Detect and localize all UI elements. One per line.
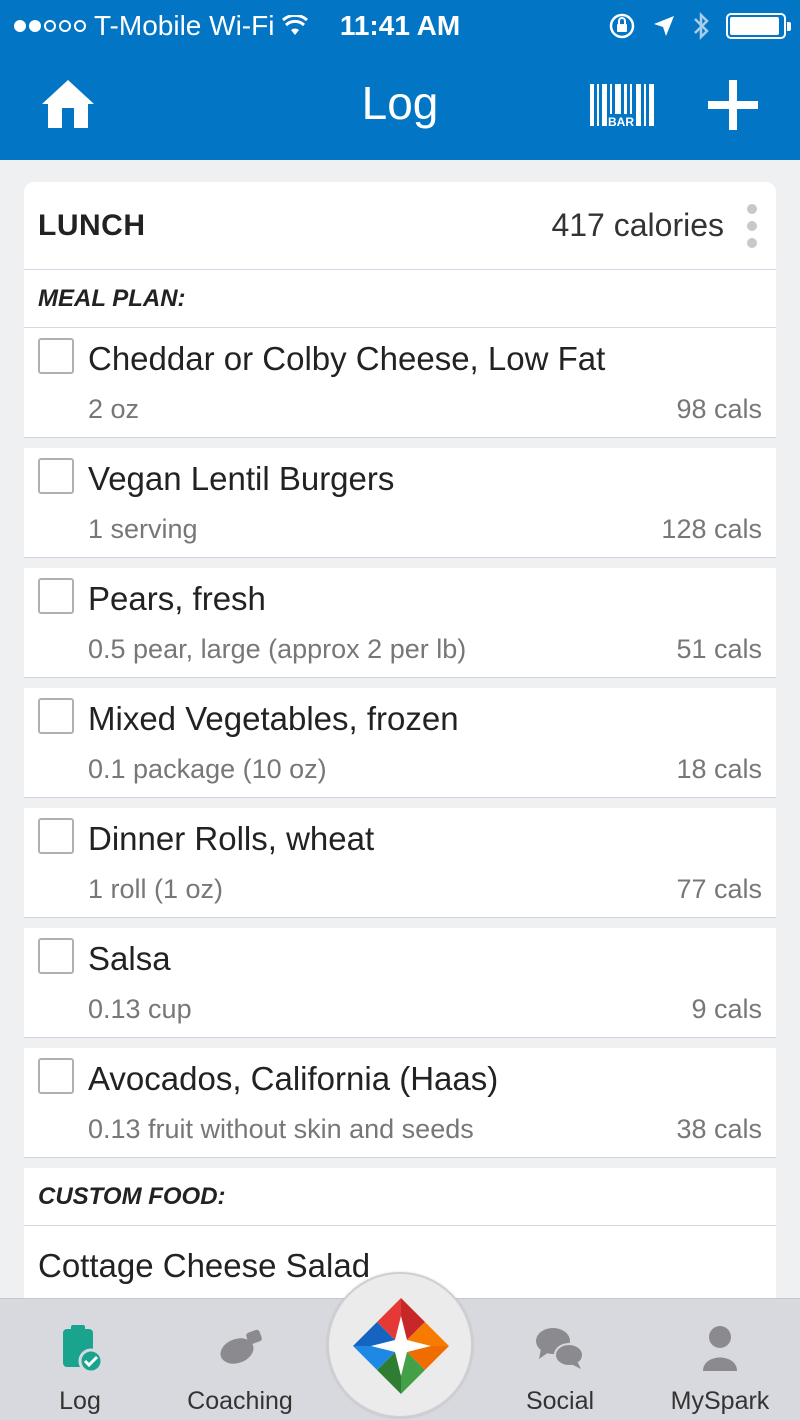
tab-label: Coaching bbox=[187, 1387, 293, 1415]
chat-bubbles-icon bbox=[536, 1328, 584, 1369]
food-name: Salsa bbox=[88, 940, 171, 977]
food-serving: 2 oz bbox=[88, 394, 140, 424]
food-serving: 0.1 package (10 oz) bbox=[88, 754, 327, 784]
food-item[interactable]: Cheddar or Colby Cheese, Low Fat 2 oz 98 c… bbox=[24, 328, 776, 448]
food-serving: 0.5 pear, large (approx 2 per lb) bbox=[88, 634, 467, 664]
food-name: Vegan Lentil Burgers bbox=[88, 460, 395, 497]
food-item[interactable]: Pears, fresh 0.5 pear, large (approx 2 pe… bbox=[24, 568, 776, 688]
food-item-body: Mixed Vegetables, frozen 0.1 package (10 … bbox=[24, 688, 776, 798]
food-calories: 51 cals bbox=[676, 634, 762, 664]
battery-fill bbox=[730, 17, 780, 35]
food-calories: 128 cals bbox=[661, 514, 762, 544]
food-item-body: Salsa 0.13 cup 9 cals bbox=[24, 928, 776, 1038]
tab-log[interactable]: Log bbox=[0, 1299, 160, 1420]
food-calories: 18 cals bbox=[676, 754, 762, 784]
food-checkbox[interactable] bbox=[38, 338, 74, 374]
food-calories: 9 cals bbox=[691, 994, 762, 1024]
whistle-icon bbox=[220, 1329, 262, 1364]
tab-label: Social bbox=[525, 1387, 595, 1415]
signal-strength-icon bbox=[14, 20, 86, 32]
food-serving: 1 serving bbox=[88, 514, 198, 544]
food-item[interactable]: Dinner Rolls, wheat 1 roll (1 oz) 77 cals bbox=[24, 808, 776, 928]
food-item-body: Vegan Lentil Burgers 1 serving 128 cals bbox=[24, 448, 776, 558]
food-name: Cheddar or Colby Cheese, Low Fat bbox=[88, 340, 606, 377]
wifi-icon bbox=[282, 15, 309, 35]
tab-label: MySpark bbox=[670, 1387, 770, 1415]
status-bar: T-Mobile Wi-Fi 11:41 AM bbox=[0, 0, 800, 52]
page-title: Log bbox=[361, 77, 439, 129]
add-icon[interactable] bbox=[706, 78, 760, 132]
spark-logo-icon bbox=[353, 1298, 449, 1394]
person-icon bbox=[703, 1326, 737, 1371]
food-item[interactable]: Avocados, California (Haas) 0.13 fruit wi… bbox=[24, 1048, 776, 1168]
meal-name: LUNCH bbox=[38, 208, 146, 242]
food-name: Pears, fresh bbox=[88, 580, 266, 617]
rotation-lock-icon bbox=[609, 13, 635, 39]
meal-calories: 417 calories bbox=[551, 207, 724, 243]
food-name: Dinner Rolls, wheat bbox=[88, 820, 375, 857]
food-checkbox[interactable] bbox=[38, 938, 74, 974]
bluetooth-icon bbox=[694, 11, 709, 41]
food-item-body: Pears, fresh 0.5 pear, large (approx 2 pe… bbox=[24, 568, 776, 678]
food-item[interactable]: Mixed Vegetables, frozen 0.1 package (10 … bbox=[24, 688, 776, 808]
food-checkbox[interactable] bbox=[38, 1058, 74, 1094]
log-clipboard-icon bbox=[63, 1325, 104, 1374]
custom-food-label: CUSTOM FOOD: bbox=[24, 1168, 776, 1226]
food-calories: 38 cals bbox=[676, 1114, 762, 1144]
food-name: Mixed Vegetables, frozen bbox=[88, 700, 459, 737]
food-serving: 0.13 cup bbox=[88, 994, 192, 1024]
food-checkbox[interactable] bbox=[38, 458, 74, 494]
meal-plan-label: MEAL PLAN: bbox=[24, 270, 776, 328]
food-item-body: Dinner Rolls, wheat 1 roll (1 oz) 77 cals bbox=[24, 808, 776, 918]
food-serving: 0.13 fruit without skin and seeds bbox=[88, 1114, 474, 1144]
food-name: Avocados, California (Haas) bbox=[88, 1060, 499, 1097]
status-right bbox=[608, 11, 791, 41]
meal-header: LUNCH 417 calories bbox=[24, 182, 776, 270]
food-checkbox[interactable] bbox=[38, 818, 74, 854]
food-item-body: Avocados, California (Haas) 0.13 fruit wi… bbox=[24, 1048, 776, 1158]
tab-myspark[interactable]: MySpark bbox=[640, 1299, 800, 1420]
tab-coaching[interactable]: Coaching bbox=[160, 1299, 320, 1420]
food-serving: 1 roll (1 oz) bbox=[88, 874, 224, 904]
battery-icon bbox=[726, 13, 791, 39]
food-calories: 77 cals bbox=[676, 874, 762, 904]
carrier-label: T-Mobile Wi-Fi bbox=[94, 10, 275, 41]
food-list: Cheddar or Colby Cheese, Low Fat 2 oz 98 c… bbox=[24, 328, 776, 1168]
food-calories: 98 cals bbox=[676, 394, 762, 424]
more-options-icon[interactable] bbox=[746, 204, 758, 248]
location-icon bbox=[654, 16, 674, 36]
food-item[interactable]: Vegan Lentil Burgers 1 serving 128 cals bbox=[24, 448, 776, 568]
status-time: 11:41 AM bbox=[339, 10, 461, 41]
food-item-body: Cheddar or Colby Cheese, Low Fat 2 oz 98 c… bbox=[24, 328, 776, 438]
meal-card: LUNCH 417 calories MEAL PLAN: Cheddar or… bbox=[24, 182, 776, 1302]
food-item[interactable]: Salsa 0.13 cup 9 cals bbox=[24, 928, 776, 1048]
food-checkbox[interactable] bbox=[38, 578, 74, 614]
nav-bar: Log BAR bbox=[0, 52, 800, 160]
spark-center-button[interactable] bbox=[327, 1272, 473, 1418]
barcode-scanner-icon[interactable]: BAR bbox=[588, 82, 656, 128]
status-left: T-Mobile Wi-Fi bbox=[14, 10, 309, 42]
tab-label: Log bbox=[59, 1387, 101, 1415]
tab-social[interactable]: Social bbox=[480, 1299, 640, 1420]
barcode-label: BAR bbox=[608, 115, 634, 128]
food-checkbox[interactable] bbox=[38, 698, 74, 734]
